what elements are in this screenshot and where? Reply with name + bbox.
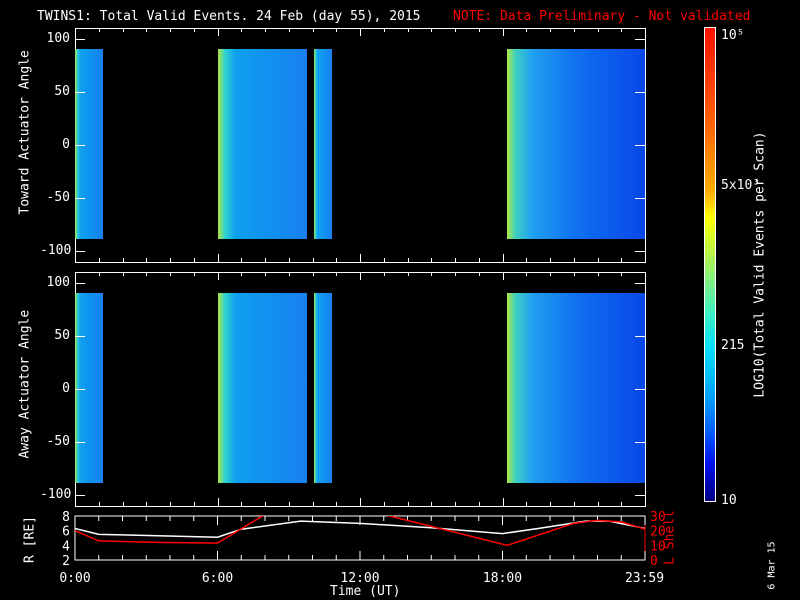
y-tick-label: -100 [40, 487, 72, 503]
y-tick-label: 100 [46, 274, 70, 290]
lshell-ylabel: L Shell [662, 510, 678, 565]
r-line [75, 520, 645, 539]
colorbar-tick-215: 215 [721, 338, 745, 353]
heatmap-block [75, 293, 103, 483]
heatmap-block [217, 49, 307, 239]
heatmap-block [314, 293, 333, 483]
heatmap-block [75, 49, 103, 239]
x-axis-label: Time (UT) [330, 584, 401, 599]
y-tick-label: 0 [62, 137, 70, 152]
y-tick-label: -50 [46, 434, 70, 450]
colorbar-tick-max: 10⁵ [721, 28, 745, 43]
heatmap-block [506, 49, 645, 239]
x-tick-label: 18:00 [483, 571, 522, 586]
x-tick-label: 0:00 [59, 571, 90, 586]
x-tick-label: 6:00 [202, 571, 233, 586]
x-tick-label: 23:59 [625, 571, 664, 586]
y-tick-label: -50 [46, 190, 70, 206]
colorbar-label: LOG10(Total Valid Events per Scan) [752, 131, 768, 398]
y-tick-label: 50 [54, 327, 70, 343]
colorbar [704, 27, 716, 502]
y-tick-label: 100 [46, 30, 70, 46]
orbit-panel: 864230201000:00 6:00 12:00 18:00 23:59 [59, 510, 665, 586]
r-tick-label: 8 [62, 510, 70, 525]
y-tick-label: 0 [62, 381, 70, 396]
heatmap-block [506, 293, 645, 483]
lshell-tick-label: 0 [650, 554, 658, 569]
r-tick-label: 6 [62, 525, 70, 540]
date-stamp: 6 Mar 15 [766, 541, 778, 590]
r-ylabel: R [RE] [22, 516, 38, 563]
colorbar-tick-min: 10 [721, 493, 737, 508]
y-tick-label: -100 [40, 243, 72, 259]
heatmap-block [314, 49, 333, 239]
r-tick-label: 4 [62, 539, 70, 554]
r-tick-label: 2 [62, 554, 70, 569]
y-tick-label: 50 [54, 83, 70, 99]
heatmap-block [217, 293, 307, 483]
